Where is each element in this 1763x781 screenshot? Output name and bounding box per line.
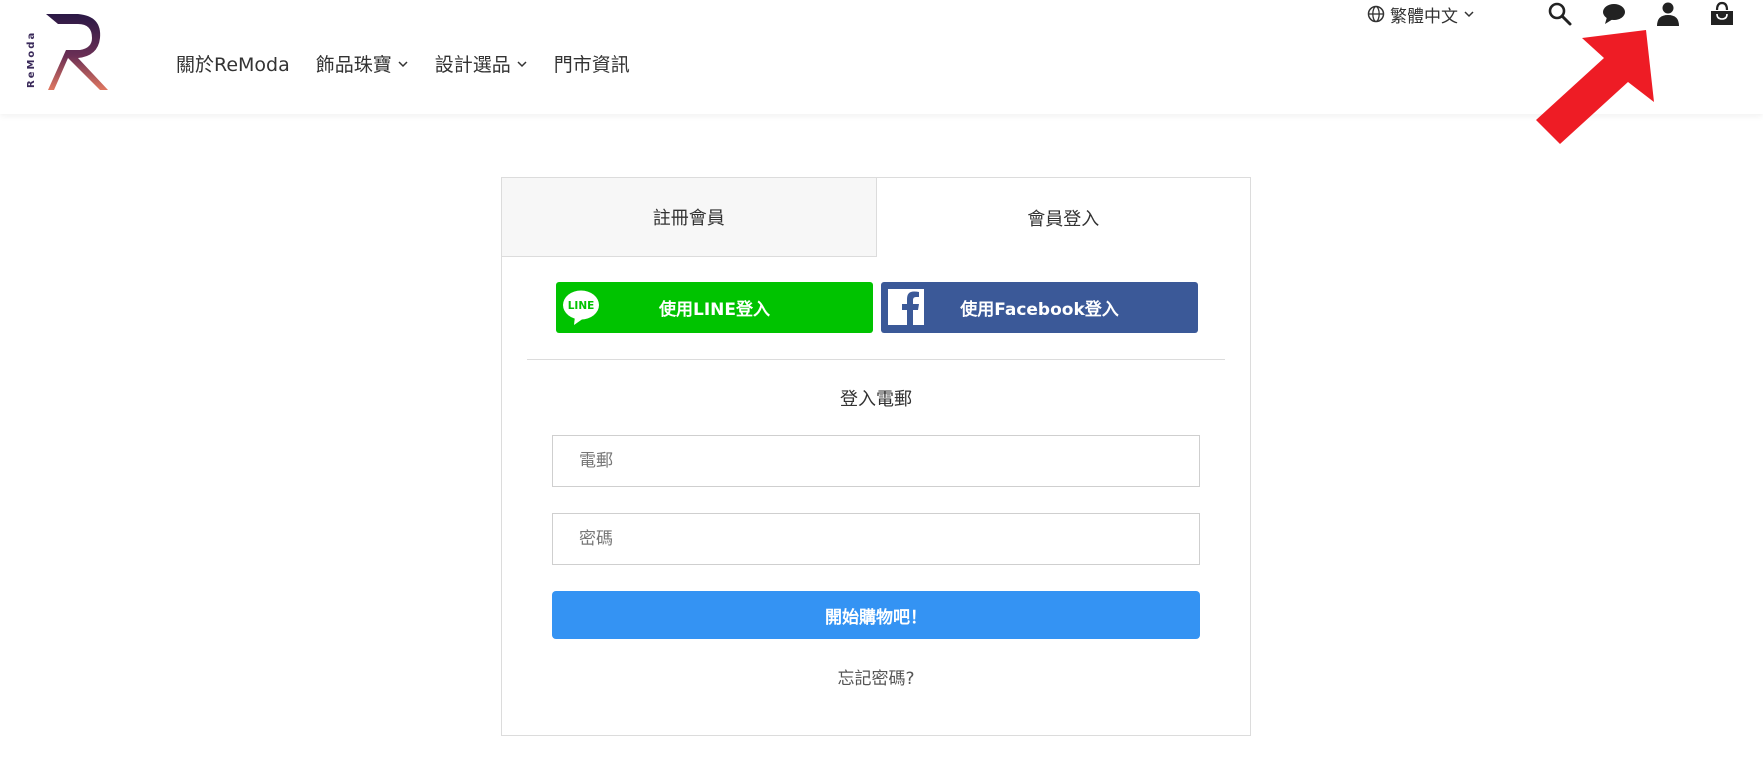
user-icon[interactable] <box>1655 1 1681 27</box>
chevron-down-icon <box>517 60 527 67</box>
main-nav: 關於ReModa 飾品珠寶 設計選品 門市資訊 <box>176 50 630 77</box>
remoda-logo[interactable]: ReModa <box>20 8 120 92</box>
start-shopping-button[interactable]: 開始購物吧！ <box>552 591 1200 639</box>
cart-icon[interactable] <box>1709 1 1735 27</box>
nav-design[interactable]: 設計選品 <box>435 50 528 77</box>
line-icon: LINE <box>563 290 599 325</box>
tab-register[interactable]: 註冊會員 <box>502 178 877 257</box>
chevron-down-icon <box>398 60 408 67</box>
password-input[interactable] <box>552 513 1200 565</box>
nav-design-label: 設計選品 <box>434 54 511 76</box>
login-email-title: 登入電郵 <box>840 389 912 410</box>
red-arrow-annotation <box>1536 30 1654 144</box>
facebook-login-label: 使用Facebook登入 <box>960 300 1119 320</box>
chevron-down-icon <box>1464 11 1474 18</box>
login-panel: 註冊會員 會員登入 LINE 使用LINE登入 使用Facebook登入 登入電… <box>501 177 1251 736</box>
facebook-icon <box>888 289 924 326</box>
nav-jewelry-label: 飾品珠寶 <box>315 54 392 76</box>
language-selector[interactable]: 繁體中文 <box>1367 2 1475 27</box>
forgot-password-link[interactable]: 忘記密碼? <box>502 664 1250 689</box>
globe-icon <box>1367 5 1385 23</box>
email-input[interactable] <box>552 435 1200 487</box>
nav-stores-label: 門市資訊 <box>553 54 630 76</box>
facebook-login-button[interactable]: 使用Facebook登入 <box>881 282 1198 333</box>
brand-vertical-text: ReModa <box>26 31 37 88</box>
social-login-buttons: LINE 使用LINE登入 使用Facebook登入 <box>556 282 1198 333</box>
site-header: ReModa 關於ReModa 飾品珠寶 設計選品 門市資訊 繁體中文 <box>0 0 1763 114</box>
nav-about-label: 關於ReModa <box>176 54 290 76</box>
line-login-button[interactable]: LINE 使用LINE登入 <box>556 282 873 333</box>
auth-tabs: 註冊會員 會員登入 <box>502 178 1250 257</box>
language-label: 繁體中文 <box>1390 6 1458 27</box>
nav-about[interactable]: 關於ReModa <box>176 50 290 77</box>
nav-jewelry[interactable]: 飾品珠寶 <box>316 50 409 77</box>
nav-stores[interactable]: 門市資訊 <box>554 50 630 77</box>
chat-icon[interactable] <box>1601 1 1627 27</box>
line-icon-text: LINE <box>568 300 595 312</box>
line-login-label: 使用LINE登入 <box>659 300 770 320</box>
search-icon[interactable] <box>1547 1 1573 27</box>
header-utilities: 繁體中文 <box>1367 0 1735 28</box>
divider <box>527 359 1225 360</box>
tab-login[interactable]: 會員登入 <box>877 178 1251 257</box>
